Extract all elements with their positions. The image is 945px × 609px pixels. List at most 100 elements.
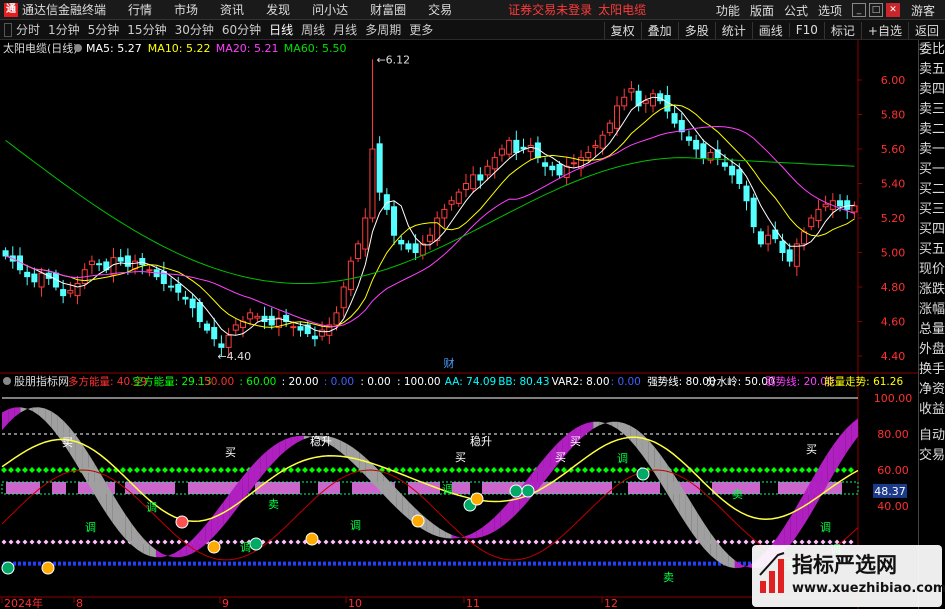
adjust-signal: 调 bbox=[240, 541, 251, 554]
toolbar-button-4[interactable]: 画线 bbox=[751, 21, 789, 39]
period-tab-1[interactable]: 1分钟 bbox=[48, 21, 80, 38]
blue-dot-line bbox=[198, 561, 201, 566]
toolbar-button-6[interactable]: 标记 bbox=[823, 21, 861, 39]
period-tab-6[interactable]: 日线 bbox=[269, 21, 293, 38]
signal-circle-icon bbox=[1, 561, 15, 575]
toolbar-button-3[interactable]: 统计 bbox=[714, 21, 752, 39]
period-tab-0[interactable]: 分时 bbox=[16, 21, 40, 38]
candle-body bbox=[736, 169, 743, 184]
menu-function[interactable]: 功能 bbox=[716, 2, 740, 19]
blue-dot-line bbox=[643, 561, 646, 566]
blue-dot-line bbox=[668, 561, 671, 566]
adjust-signal: 调 bbox=[820, 521, 831, 534]
blue-dot-line bbox=[688, 561, 691, 566]
menu-options[interactable]: 选项 bbox=[818, 2, 842, 19]
candle-body bbox=[268, 315, 275, 326]
candle-body bbox=[851, 205, 858, 213]
signal-circle-icon bbox=[509, 484, 523, 498]
candle-body bbox=[355, 243, 362, 260]
pink-band bbox=[52, 482, 66, 494]
blue-dot-line bbox=[558, 561, 561, 566]
indicator-param-2: : 50.00 bbox=[197, 376, 234, 388]
blue-dot-line bbox=[268, 561, 271, 566]
login-status[interactable]: 证券交易未登录 bbox=[508, 1, 592, 18]
blue-dot-line bbox=[208, 561, 211, 566]
close-button[interactable]: ✕ bbox=[885, 3, 900, 17]
period-tab-4[interactable]: 30分钟 bbox=[175, 21, 214, 38]
menu-right: 功能 版面 公式 选项 _ □ ✕ 游客 bbox=[716, 0, 945, 20]
toolbar-button-5[interactable]: F10 bbox=[788, 23, 824, 37]
blue-dot-line bbox=[603, 561, 606, 566]
toolbar-button-0[interactable]: 复权 bbox=[603, 21, 641, 39]
toolbar-button-2[interactable]: 多股 bbox=[677, 21, 715, 39]
blue-dot-line bbox=[548, 561, 551, 566]
blue-dot-line bbox=[113, 561, 116, 566]
buy-signal: 买 bbox=[806, 443, 817, 456]
menu-layout[interactable]: 版面 bbox=[750, 2, 774, 19]
blue-dot-line bbox=[698, 561, 701, 566]
blue-dot-line bbox=[653, 561, 656, 566]
blue-dot-line bbox=[18, 561, 21, 566]
menu-bar: 通 通达信金融终端 行情 市场 资讯 发现 问小达 财富圈 交易 证券交易未登录 太阳电缆 … bbox=[0, 0, 945, 20]
sidebar-item-20: 交易 bbox=[919, 448, 945, 463]
maximize-button[interactable]: □ bbox=[868, 3, 883, 17]
menu-item-3[interactable]: 发现 bbox=[266, 1, 290, 18]
toolbar-button-7[interactable]: +自选 bbox=[860, 21, 908, 39]
kline-chart[interactable]: 6.00 5.80 5.60 5.40 5.20 5.00 4.80 4.60 4.40 ←6.1… bbox=[0, 40, 918, 609]
period-tab-2[interactable]: 5分钟 bbox=[88, 21, 120, 38]
blue-dot-line bbox=[293, 561, 296, 566]
adjust-signal: 调 bbox=[85, 521, 96, 534]
period-tab-9[interactable]: 多周期 bbox=[365, 21, 401, 38]
indicator-legend: 股朋指标网 多方能量: 40.39空方能量: 29.13: 50.00: 60.0… bbox=[3, 374, 903, 388]
blue-dot-line bbox=[448, 561, 451, 566]
blue-dot-line bbox=[118, 561, 121, 566]
toolbar-button-1[interactable]: 叠加 bbox=[640, 21, 678, 39]
candle-body bbox=[60, 289, 67, 297]
period-tab-8[interactable]: 月线 bbox=[333, 21, 357, 38]
blue-dot-line bbox=[693, 561, 696, 566]
app-title: 通达信金融终端 bbox=[22, 3, 107, 17]
blue-dot-line bbox=[308, 561, 311, 566]
candle-body bbox=[649, 93, 657, 107]
sell-signal: 卖 bbox=[732, 488, 743, 501]
menu-item-1[interactable]: 市场 bbox=[174, 1, 198, 18]
sidebar-item-11: 现价 bbox=[919, 262, 945, 277]
blue-dot-line bbox=[168, 561, 171, 566]
blue-dot-line bbox=[478, 561, 481, 566]
candle-body bbox=[693, 139, 700, 150]
candle-body bbox=[225, 334, 232, 348]
menu-item-2[interactable]: 资讯 bbox=[220, 1, 244, 18]
blue-dot-line bbox=[623, 561, 626, 566]
sidebar-item-7: 买二 bbox=[919, 182, 945, 197]
indicator-param-7: : 100.00 bbox=[397, 376, 441, 388]
menu-item-6[interactable]: 交易 bbox=[428, 1, 452, 18]
menu-formula[interactable]: 公式 bbox=[784, 2, 808, 19]
guest-user[interactable]: 游客 bbox=[911, 2, 935, 19]
blue-dot-line bbox=[613, 561, 616, 566]
period-tab-5[interactable]: 60分钟 bbox=[222, 21, 261, 38]
time-axis-label: 10 bbox=[348, 597, 362, 609]
candle-body bbox=[391, 206, 398, 236]
period-tab-7[interactable]: 周线 bbox=[301, 21, 325, 38]
blue-dot-line bbox=[648, 561, 651, 566]
toolbar-button-8[interactable]: 返回 bbox=[907, 21, 945, 39]
candle-body bbox=[606, 122, 613, 134]
blue-dot-line bbox=[233, 561, 236, 566]
minimize-button[interactable]: _ bbox=[851, 3, 866, 17]
period-tab-3[interactable]: 15分钟 bbox=[127, 21, 166, 38]
blue-dot-line bbox=[148, 561, 151, 566]
blue-dot-line bbox=[423, 561, 426, 566]
candle-body bbox=[38, 272, 45, 288]
candle-body bbox=[117, 257, 124, 262]
price-tick-label: 6.00 bbox=[881, 74, 906, 87]
price-tick-label: 4.80 bbox=[881, 281, 906, 294]
menu-item-0[interactable]: 行情 bbox=[128, 1, 152, 18]
period-tab-10[interactable]: 更多 bbox=[409, 21, 433, 38]
menu-item-4[interactable]: 问小达 bbox=[312, 1, 348, 18]
signal-circle-icon bbox=[521, 484, 535, 498]
blue-dot-line bbox=[28, 561, 31, 566]
menu-item-5[interactable]: 财富圈 bbox=[370, 1, 406, 18]
blue-dot-line bbox=[253, 561, 256, 566]
candle-body bbox=[2, 250, 9, 257]
blue-dot-line bbox=[143, 561, 146, 566]
